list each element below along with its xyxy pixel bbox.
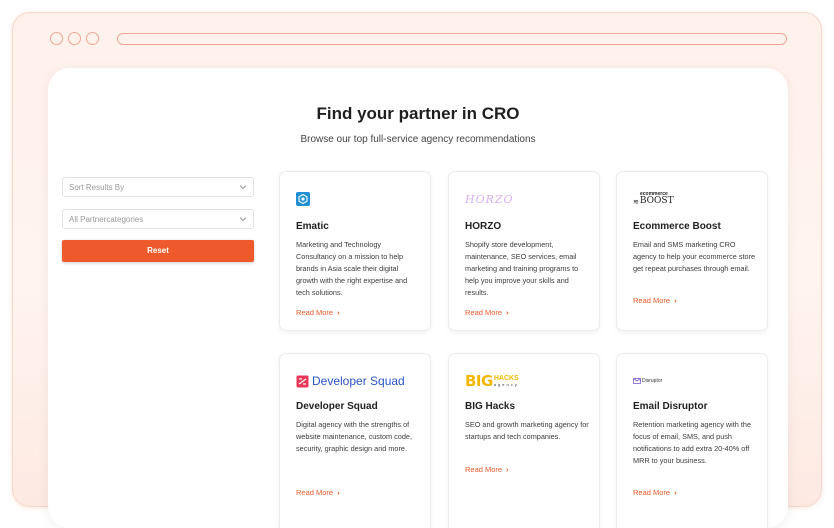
partner-description: Shopify store development, maintenance, … [465, 240, 579, 297]
window-dot-1 [50, 32, 63, 45]
partner-name: Developer Squad [296, 401, 378, 412]
page-title: Find your partner in CRO [316, 104, 520, 123]
sort-select[interactable]: Sort Results By [62, 177, 254, 197]
chevron-down-icon [239, 217, 247, 222]
read-more-link[interactable]: Read More › [465, 465, 509, 474]
big-hacks-logo: BIG HACKS agency [465, 372, 519, 390]
chevron-right-icon: › [506, 308, 509, 317]
partner-name: Ecommerce Boost [633, 221, 721, 232]
address-bar[interactable] [117, 33, 787, 45]
partner-description: Retention marketing agency with the focu… [633, 420, 752, 465]
partner-card-developer-squad[interactable]: Developer Squad Developer Squad Digital … [279, 353, 431, 528]
browser-frame: Find your partner in CRO Browse our top … [12, 12, 822, 528]
chevron-right-icon: › [337, 308, 340, 317]
partner-card-email-disruptor[interactable]: Disruptor Email Disruptor Retention mark… [616, 353, 768, 528]
ecommerce-boost-logo: ecommerce ≋ BOOST [633, 191, 674, 206]
read-more-link[interactable]: Read More › [633, 488, 677, 497]
window-dot-3 [86, 32, 99, 45]
window-dot-2 [68, 32, 81, 45]
category-select-label: All Partnercategories [69, 215, 144, 224]
partner-name: Email Disruptor [633, 401, 708, 412]
ematic-logo [296, 188, 310, 210]
category-select[interactable]: All Partnercategories [62, 209, 254, 229]
browser-chrome [13, 13, 821, 65]
read-more-link[interactable]: Read More › [633, 296, 677, 305]
chevron-right-icon: › [674, 488, 677, 497]
partner-description: Digital agency with the strengths of web… [296, 420, 413, 453]
horzo-logo: HORZO [465, 192, 514, 206]
chevron-right-icon: › [674, 296, 677, 305]
partner-card-ecommerce-boost[interactable]: ecommerce ≋ BOOST Ecommerce Boost Email … [616, 171, 768, 331]
page-subtitle: Browse our top full-service agency recom… [300, 134, 536, 145]
read-more-link[interactable]: Read More › [296, 488, 340, 497]
partner-name: BIG Hacks [465, 401, 516, 412]
sort-select-label: Sort Results By [69, 183, 125, 192]
partner-card-big-hacks[interactable]: BIG HACKS agency BIG Hacks SEO and growt… [448, 353, 600, 528]
partner-description: Email and SMS marketing CRO agency to he… [633, 240, 756, 273]
page-content: Find your partner in CRO Browse our top … [48, 68, 788, 528]
chevron-right-icon: › [506, 465, 509, 474]
partner-description: SEO and growth marketing agency for star… [465, 420, 589, 441]
reset-button[interactable]: Reset [62, 240, 254, 262]
email-disruptor-logo: Disruptor [633, 370, 662, 392]
read-more-link[interactable]: Read More › [465, 308, 509, 317]
chevron-down-icon [239, 185, 247, 190]
partner-card-horzo[interactable]: HORZO HORZO Shopify store development, m… [448, 171, 600, 331]
chevron-right-icon: › [337, 488, 340, 497]
partner-description: Marketing and Technology Consultancy on … [296, 240, 408, 297]
partner-name: Ematic [296, 221, 329, 232]
partner-card-ematic[interactable]: Ematic Marketing and Technology Consulta… [279, 171, 431, 331]
read-more-link[interactable]: Read More › [296, 308, 340, 317]
partner-name: HORZO [465, 221, 502, 232]
developer-squad-logo: Developer Squad [296, 370, 405, 392]
